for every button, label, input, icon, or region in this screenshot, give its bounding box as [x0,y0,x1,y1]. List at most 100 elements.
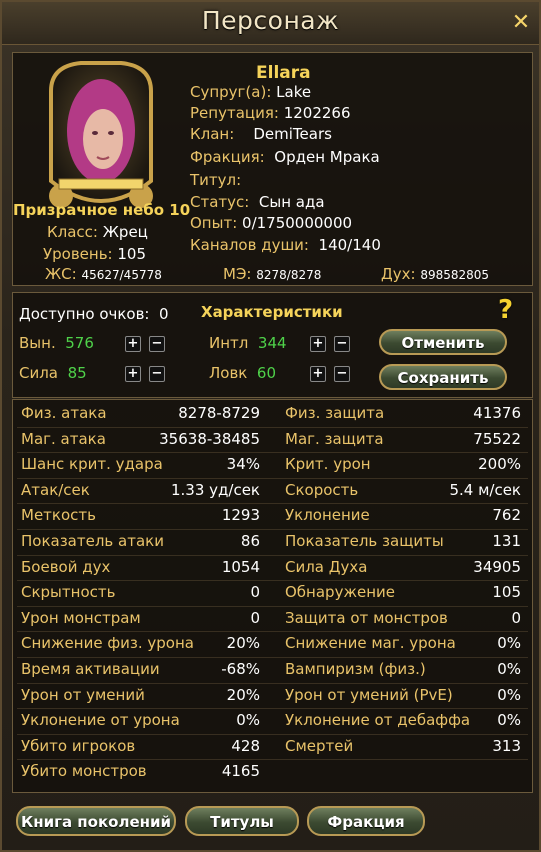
spirit-row: Дух: 898582805 [381,265,489,283]
row-divider [17,503,528,505]
stat-points-panel: Доступно очков: 0 Характеристики ? Вын. … [12,292,533,398]
title-bar[interactable]: Персонаж ✕ [2,2,539,45]
close-icon[interactable]: ✕ [511,12,531,34]
faction-label: Фракция: [190,148,265,166]
character-nickname: Призрачное небо 10 [13,201,191,219]
reputation-value: 1202266 [283,104,351,122]
attribute-value: 0% [497,634,521,653]
stamina-minus-button[interactable]: − [149,336,165,352]
attribute-value: 428 [231,736,260,755]
reputation-row: Репутация: 1202266 [190,104,351,122]
attribute-label: Убито монстров [21,762,147,781]
characteristics-heading: Характеристики [201,303,343,321]
attribute-row: Физ. защита 41376 [285,404,521,426]
hp-value: 45627/45778 [81,268,162,282]
spirit-value: 898582805 [420,268,490,282]
titles-button[interactable]: Титулы [185,806,299,836]
attribute-label: Уклонение [285,506,370,525]
attribute-row: Сила Духа 34905 [285,558,521,580]
mp-label: МЭ: [223,265,252,283]
faction-value: Орден Мрака [274,148,380,166]
attribute-row: Уклонение 762 [285,506,521,528]
row-divider [17,605,528,607]
attribute-row: Время активации -68% [21,660,260,682]
attribute-row: Атак/сек 1.33 уд/сек [21,481,260,503]
clan-value: DemiTears [253,125,332,143]
stamina-value: 576 [65,334,94,352]
profile-panel: Призрачное небо 10 Ellara Супруг(а): Lak… [12,52,533,286]
status-value: Сын ада [258,193,325,211]
attribute-row: Урон монстрам 0 [21,609,260,631]
attribute-row: Показатель атаки 86 [21,532,260,554]
title-row: Титул: [190,171,241,189]
row-divider [17,426,528,428]
intellect-minus-button[interactable]: − [334,336,350,352]
stamina-plus-button[interactable]: + [125,336,141,352]
attribute-label: Меткость [21,506,96,525]
experience-label: Опыт: [190,214,238,232]
row-divider [17,452,528,454]
strength-minus-button[interactable]: − [149,366,165,382]
attribute-value: 4165 [221,762,260,781]
attribute-value: 1.33 уд/сек [170,480,260,499]
experience-value: 0/1750000000 [242,214,353,232]
attribute-row: Снижение физ. урона 20% [21,634,260,656]
row-divider [17,580,528,582]
spouse-value: Lake [276,83,312,101]
attribute-row: Уклонение от урона 0% [21,711,260,733]
attribute-value: 0 [250,583,260,602]
spirit-label: Дух: [381,265,416,283]
attribute-row: Крит. урон 200% [285,455,521,477]
attribute-label: Скорость [285,480,359,499]
attribute-label: Шанс крит. удара [21,455,163,474]
generations-book-button[interactable]: Книга поколений [16,806,176,836]
save-button[interactable]: Сохранить [379,364,507,390]
row-divider [17,631,528,633]
row-divider [17,657,528,658]
attribute-row: Защита от монстров 0 [285,609,521,631]
agility-plus-button[interactable]: + [310,366,326,382]
strength-plus-button[interactable]: + [125,366,141,382]
attribute-row: Смертей 313 [285,737,521,759]
soul-channels-label: Каналов души: [190,236,309,254]
attribute-label: Урон монстрам [21,608,141,627]
attribute-label: Сила Духа [285,557,368,576]
row-divider [17,529,528,530]
faction-button[interactable]: Фракция [307,806,425,836]
attribute-label: Маг. атака [21,429,106,448]
intellect-label: Интл [209,334,249,352]
title-label: Титул: [190,171,242,189]
attribute-row: Убито игроков 428 [21,737,260,759]
status-label: Статус: [190,193,250,211]
experience-row: Опыт: 0/1750000000 [190,214,352,232]
attributes-panel: Физ. атака 8278-8729 Маг. атака 35638-38485… [12,399,533,793]
attribute-value: 86 [240,532,260,550]
help-icon[interactable]: ? [498,295,513,325]
stat-stamina: Вын. 576 [19,334,94,352]
attribute-value: 0 [250,608,260,627]
attribute-value: 20% [226,634,260,653]
row-divider [17,733,528,735]
attribute-value: 105 [492,583,521,602]
available-points-value: 0 [159,305,169,323]
attribute-value: 0 [511,608,521,627]
attribute-value: 0% [497,711,521,730]
attribute-row: Скорость 5.4 м/сек [285,481,521,503]
faction-row: Фракция: Орден Мрака [190,148,380,166]
attribute-row: Меткость 1293 [21,506,260,528]
window-title: Персонаж [201,6,340,35]
intellect-plus-button[interactable]: + [310,336,326,352]
attribute-value: 313 [492,736,521,755]
attribute-row: Маг. атака 35638-38485 [21,430,260,452]
row-divider [17,682,528,684]
attribute-row: Урон от умений (PvE) 0% [285,686,521,708]
attribute-value: -68% [221,660,260,678]
intellect-value: 344 [257,334,287,352]
agility-label: Ловк [209,364,248,382]
attribute-row: Обнаружение 105 [285,583,521,605]
attribute-label: Вампиризм (физ.) [285,660,426,678]
attribute-label: Показатель атаки [21,532,164,550]
agility-minus-button[interactable]: − [334,366,350,382]
cancel-button[interactable]: Отменить [379,329,507,355]
attribute-value: 75522 [473,429,521,448]
